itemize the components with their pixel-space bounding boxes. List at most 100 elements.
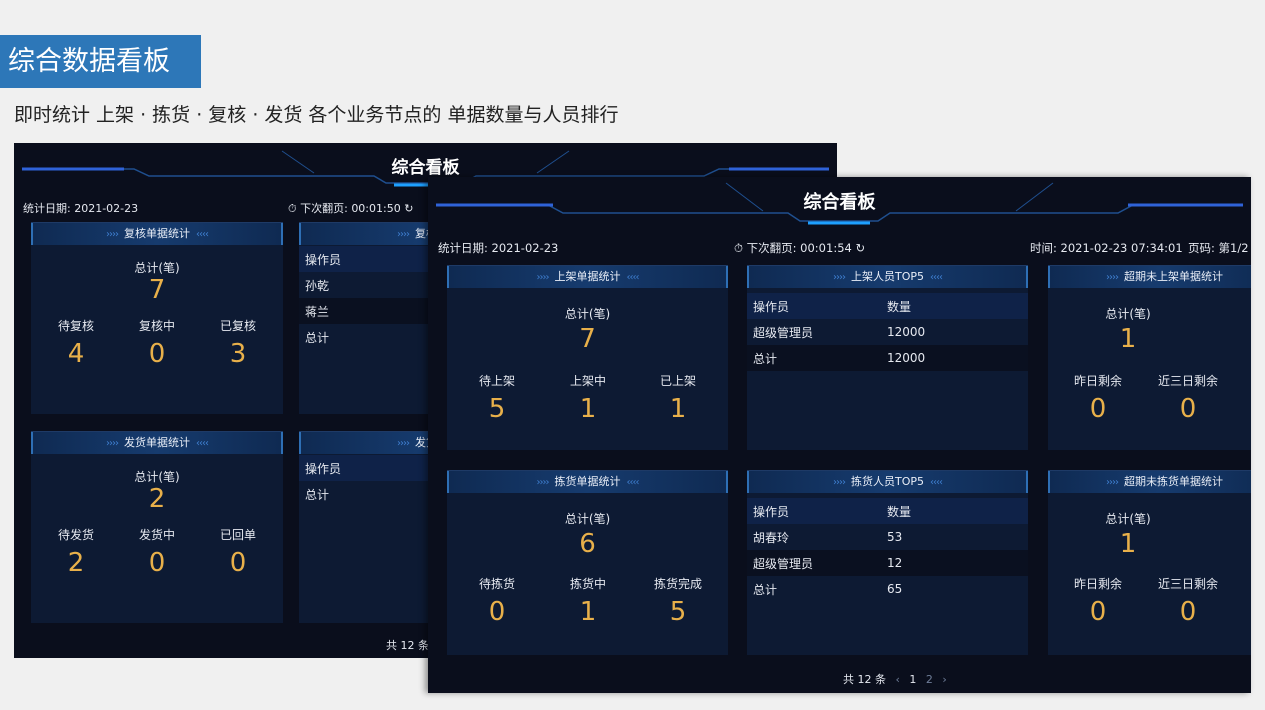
total-label: 总计(笔) (564, 512, 611, 526)
card-title: 拣货人员TOP5 (850, 475, 924, 488)
double-chevron-icon: ›››› (536, 272, 550, 283)
overdue-shelf-card: ›››› 超期未上架单据统计 总计(笔) 1 昨日剩余 0 近三日剩余 0 (1048, 265, 1251, 450)
double-chevron-icon: ›››› (1106, 477, 1119, 488)
page-indicator: 页码: 第1/2 (1188, 240, 1249, 256)
stat-value: 1 (579, 597, 597, 627)
next-page-value: 00:01:54 (800, 241, 852, 255)
card-header: ›››› 上架人员TOP5 ‹‹‹‹ (747, 266, 1028, 288)
table-header: 操作员 数量 (747, 498, 1028, 524)
cell-qty: 12000 (887, 325, 926, 339)
stat-value: 3 (229, 339, 247, 369)
pager-prev-button[interactable]: ‹ (896, 673, 900, 686)
card-header: ›››› 上架单据统计 ‹‹‹‹ (447, 266, 728, 288)
stopwatch-icon: ⏱ (734, 241, 743, 255)
double-chevron-icon: ‹‹‹‹ (626, 272, 640, 283)
double-chevron-icon: ›››› (397, 229, 410, 240)
pager: 共 12 条 (386, 637, 429, 653)
cell-operator: 胡春玲 (753, 530, 790, 545)
card-title: 复核单据统计 (124, 227, 190, 240)
card-header: ›››› 超期未上架单据统计 (1048, 266, 1251, 288)
shelf-stats-card: ›››› 上架单据统计 ‹‹‹‹ 总计(笔) 7 待上架 5 上架中 1 已上架 1 (447, 265, 728, 450)
stat-label: 近三日剩余 (1157, 374, 1218, 388)
table-header: 操作员 数量 (747, 293, 1028, 319)
stat-label: 已回单 (219, 528, 256, 542)
card-title: 上架单据统计 (554, 270, 621, 283)
stat-label: 复核中 (138, 319, 175, 333)
col-operator: 操作员 (305, 461, 342, 476)
total-value: 6 (579, 529, 596, 559)
col-operator: 操作员 (305, 252, 342, 267)
card-header: ›››› 复核单据统计 ‹‹‹‹ (31, 223, 283, 245)
stat-label: 昨日剩余 (1073, 374, 1122, 388)
stat-yesterday: 昨日剩余 0 (1068, 575, 1128, 627)
pager-page-1[interactable]: 1 (909, 673, 916, 686)
stat-in-progress: 拣货中 1 (558, 575, 618, 627)
stat-label: 已上架 (659, 374, 696, 388)
stat-value: 0 (1179, 597, 1197, 627)
pager-next-button[interactable]: › (942, 673, 946, 686)
stat-done: 已复核 3 (213, 317, 263, 369)
next-page-timer: ⏱ 下次翻页: 00:01:54 ↻ (734, 240, 865, 256)
pager: 共 12 条 ‹ 1 2 › (843, 671, 947, 687)
total-value: 1 (1119, 324, 1137, 354)
ship-stats-card: ›››› 发货单据统计 ‹‹‹‹ 总计(笔) 2 待发货 2 发货中 0 已回单 0 (31, 431, 283, 623)
shelf-top5-card: ›››› 上架人员TOP5 ‹‹‹‹ 操作员 数量 超级管理员 12000 总计 1… (747, 265, 1028, 450)
stat-value: 0 (488, 597, 506, 627)
total-label: 总计(笔) (134, 261, 180, 275)
total-value: 1 (1119, 529, 1137, 559)
stat-in-progress: 复核中 0 (132, 317, 182, 369)
next-page-value: 00:01:50 (351, 202, 401, 215)
col-qty: 数量 (887, 299, 912, 314)
cell-operator: 总计 (305, 330, 330, 345)
stat-date: 统计日期: 2021-02-23 (438, 240, 558, 256)
stat-value: 2 (67, 548, 85, 578)
card-title: 超期未上架单据统计 (1124, 270, 1223, 283)
top5-table: 操作员 数量 超级管理员 12000 总计 12000 (747, 293, 1028, 371)
col-operator: 操作员 (753, 299, 790, 314)
stat-done: 已上架 1 (648, 372, 708, 424)
stat-pending: 待上架 5 (467, 372, 527, 424)
cell-qty: 12 (887, 556, 903, 570)
stat-value: 0 (148, 548, 166, 578)
top5-table: 操作员 数量 胡春玲 53 超级管理员 12 总计 65 (747, 498, 1028, 602)
total-label: 总计(笔) (564, 307, 611, 321)
double-chevron-icon: ‹‹‹‹ (196, 229, 209, 240)
double-chevron-icon: ‹‹‹‹ (930, 477, 943, 488)
dashboard-title: 综合看板 (391, 158, 460, 178)
next-page-label: 下次翻页: (300, 202, 348, 215)
stat-in-progress: 发货中 0 (132, 526, 182, 578)
double-chevron-icon: ›››› (536, 477, 550, 488)
page-subtitle: 即时统计 上架 · 拣货 · 复核 · 发货 各个业务节点的 单据数量与人员排行 (14, 104, 619, 126)
page-value: 第1/2 (1218, 241, 1249, 255)
stat-three-days: 近三日剩余 0 (1152, 372, 1224, 424)
card-title: 上架人员TOP5 (850, 270, 924, 283)
stat-value: 5 (488, 394, 506, 424)
stat-pending: 待复核 4 (51, 317, 101, 369)
table-row: 超级管理员 12000 (747, 319, 1028, 345)
stat-three-days: 近三日剩余 0 (1152, 575, 1224, 627)
stat-label: 待上架 (478, 374, 515, 388)
page-title-badge: 综合数据看板 (0, 35, 201, 88)
double-chevron-icon: ‹‹‹‹ (196, 438, 209, 449)
cell-operator: 蒋兰 (305, 304, 330, 319)
cell-qty: 65 (887, 582, 903, 596)
double-chevron-icon: ›››› (1106, 272, 1119, 283)
card-header: ›››› 超期未拣货单据统计 (1048, 471, 1251, 493)
pick-stats-card: ›››› 拣货单据统计 ‹‹‹‹ 总计(笔) 6 待拣货 0 拣货中 1 拣货完成 … (447, 470, 728, 655)
refresh-icon: ↻ (404, 202, 414, 215)
current-time: 时间: 2021-02-23 07:34:01 (1030, 240, 1183, 256)
time-value: 2021-02-23 07:34:01 (1060, 241, 1183, 255)
stat-label: 近三日剩余 (1157, 577, 1218, 591)
stat-date-label: 统计日期: (438, 241, 488, 255)
stat-label: 上架中 (569, 374, 606, 388)
stat-label: 已复核 (219, 319, 256, 333)
stat-label: 发货中 (138, 528, 175, 542)
stat-pending: 待发货 2 (51, 526, 101, 578)
double-chevron-icon: ‹‹‹‹ (626, 477, 640, 488)
pager-page-2[interactable]: 2 (926, 673, 933, 686)
stat-done: 已回单 0 (213, 526, 263, 578)
card-title: 拣货单据统计 (554, 475, 621, 488)
stat-date-value: 2021-02-23 (491, 241, 559, 255)
next-page-timer: ⏱ 下次翻页: 00:01:50 ↻ (288, 200, 413, 216)
dashboard-title: 综合看板 (803, 192, 876, 213)
